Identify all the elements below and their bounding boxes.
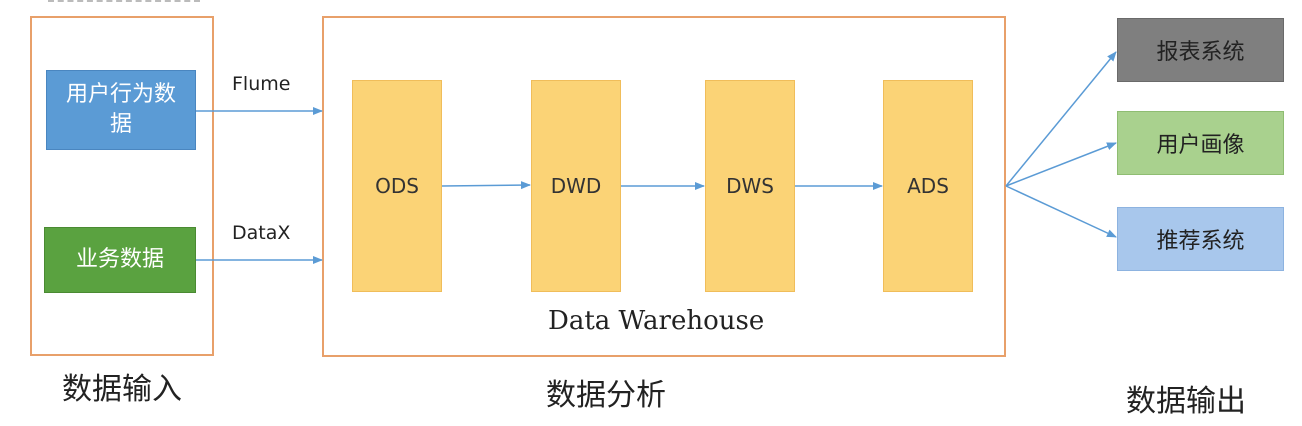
user-behavior-data-box: 用户行为数据: [46, 70, 196, 150]
user-behavior-data-label: 用户行为数据: [66, 82, 177, 137]
flow-arrows: [196, 51, 1117, 264]
user-profile-box: 用户画像: [1117, 111, 1284, 175]
layer-ods-label: ODS: [375, 174, 419, 198]
to-report-arrow: [1005, 51, 1117, 187]
layer-dws: DWS: [705, 80, 795, 292]
recommend-system-box: 推荐系统: [1117, 207, 1284, 271]
layer-dwd: DWD: [531, 80, 621, 292]
layer-dwd-label: DWD: [550, 174, 602, 198]
layer-ads: ADS: [883, 80, 973, 292]
layer-ads-label: ADS: [907, 174, 949, 198]
datax-label: DataX: [232, 222, 291, 244]
business-data-label: 业务数据: [75, 247, 164, 272]
data-input-title: 数据输入: [62, 372, 182, 407]
business-data-box: 业务数据: [44, 227, 196, 293]
report-system-label: 报表系统: [1156, 40, 1245, 65]
data-output-title: 数据输出: [1126, 384, 1246, 419]
recommend-system-label: 推荐系统: [1156, 229, 1245, 254]
layer-dws-label: DWS: [726, 174, 774, 198]
layer-ods: ODS: [352, 80, 442, 292]
to-profile-arrow: [1005, 142, 1117, 187]
data-warehouse-caption: Data Warehouse: [548, 306, 765, 336]
flume-label: Flume: [232, 73, 291, 95]
to-recommend-arrow: [1005, 185, 1117, 238]
ods-dwd-arrow: [441, 181, 531, 190]
user-profile-label: 用户画像: [1156, 133, 1245, 158]
data-analysis-title: 数据分析: [546, 378, 666, 413]
report-system-box: 报表系统: [1117, 18, 1284, 82]
